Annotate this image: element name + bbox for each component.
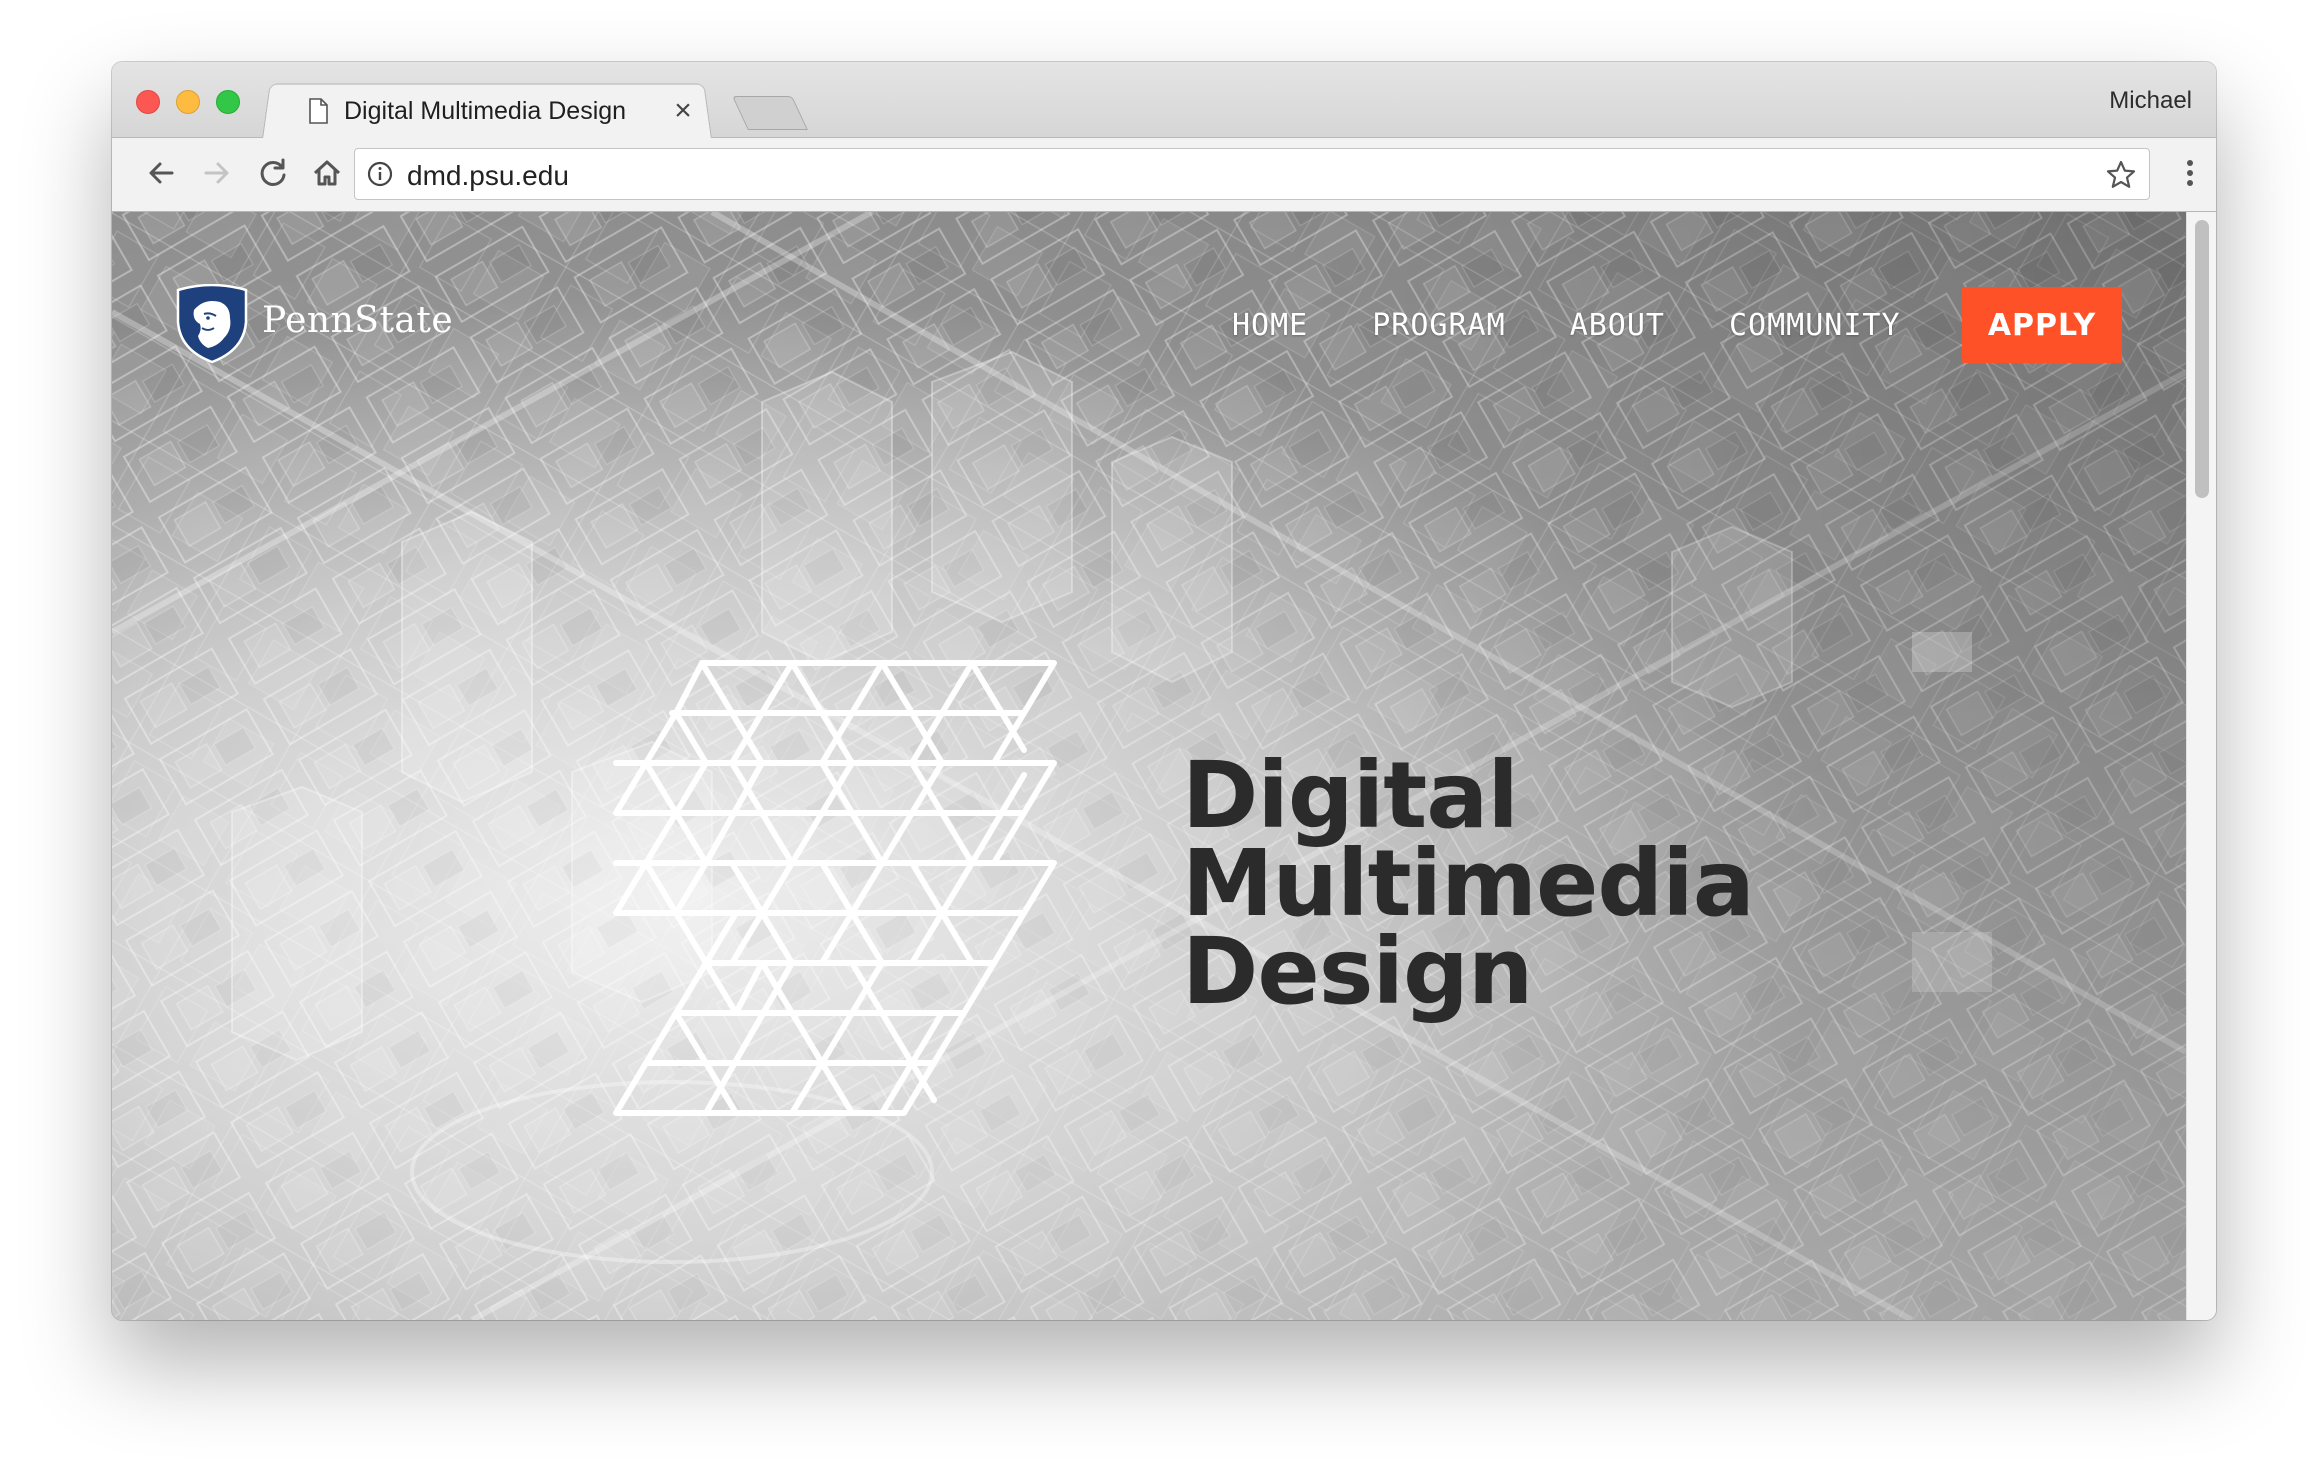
hero-title-line-1: Digital	[1182, 742, 1519, 849]
logo-wordmark: PennState	[262, 299, 454, 341]
zoom-window-button[interactable]	[216, 90, 240, 114]
new-tab-button[interactable]	[732, 96, 808, 130]
nav-program[interactable]: PROGRAM	[1372, 308, 1505, 343]
close-window-button[interactable]	[136, 90, 160, 114]
back-button[interactable]	[140, 152, 182, 194]
browser-window: Digital Multimedia Design × Michael dmd.…	[112, 62, 2216, 1320]
dmd-triangle-logo-icon	[613, 660, 1057, 1116]
screenshot-stage: Digital Multimedia Design × Michael dmd.…	[0, 0, 2324, 1478]
info-icon[interactable]	[367, 161, 393, 187]
hero-title: Digital Multimedia Design	[1182, 742, 1755, 1025]
tab-title: Digital Multimedia Design	[344, 96, 627, 125]
browser-toolbar: dmd.psu.edu	[112, 138, 2216, 212]
nav-community[interactable]: COMMUNITY	[1729, 308, 1901, 343]
address-bar[interactable]: dmd.psu.edu	[354, 148, 2150, 200]
star-icon[interactable]	[2105, 159, 2137, 191]
nittany-lion-shield-icon	[176, 284, 248, 364]
home-button[interactable]	[306, 152, 348, 194]
pennstate-logo[interactable]: PennState	[174, 284, 453, 364]
city-background-image	[112, 212, 2186, 1320]
url-text[interactable]: dmd.psu.edu	[407, 160, 569, 192]
kebab-menu-icon[interactable]	[2184, 152, 2196, 194]
page-scrollbar[interactable]	[2186, 212, 2216, 1320]
profile-name[interactable]: Michael	[2109, 87, 2192, 115]
apply-button[interactable]: APPLY	[1962, 287, 2122, 363]
reload-button[interactable]	[252, 152, 294, 194]
home-icon	[313, 160, 341, 186]
minimize-window-button[interactable]	[176, 90, 200, 114]
reload-icon	[260, 158, 286, 186]
tab-strip: Digital Multimedia Design × Michael	[112, 62, 2216, 139]
hero-title-line-3: Design	[1182, 918, 1533, 1025]
tab-close-icon[interactable]: ×	[670, 96, 696, 126]
scrollbar-thumb[interactable]	[2195, 220, 2209, 498]
active-tab-content[interactable]: Digital Multimedia Design ×	[292, 84, 712, 138]
hero-title-line-2: Multimedia	[1182, 830, 1755, 937]
nav-about[interactable]: ABOUT	[1570, 308, 1665, 343]
page-icon	[309, 98, 328, 124]
nav-home[interactable]: HOME	[1232, 308, 1308, 343]
main-nav: HOME PROGRAM ABOUT COMMUNITY	[1232, 287, 1965, 363]
forward-arrow-icon	[204, 162, 229, 184]
page-viewport: PennState HOME PROGRAM ABOUT COMMUNITY A…	[112, 212, 2216, 1320]
back-arrow-icon	[149, 162, 174, 184]
forward-button[interactable]	[196, 152, 238, 194]
